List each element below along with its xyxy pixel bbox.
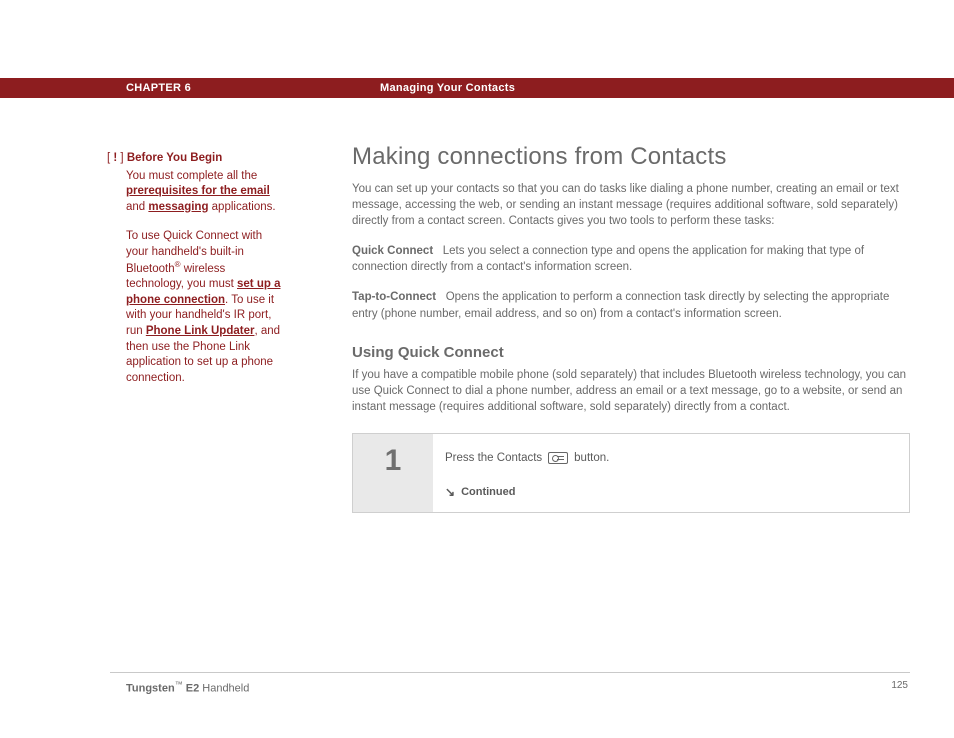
step-content: Press the Contacts button. ↘ Continued — [433, 434, 909, 512]
chapter-label: CHAPTER 6 — [126, 82, 191, 94]
intro-paragraph: You can set up your contacts so that you… — [352, 181, 912, 229]
qc-term: Quick Connect — [352, 245, 433, 257]
step-text-a: Press the Contacts — [445, 452, 542, 464]
tap-to-connect-definition: Tap-to-Connect Opens the application to … — [352, 289, 912, 321]
arrow-down-right-icon: ↘ — [445, 486, 455, 498]
byb-p1b: and — [126, 201, 148, 213]
footer-product-name: Tungsten™ E2 Handheld — [126, 680, 249, 695]
footer-model: E2 — [183, 683, 200, 695]
trademark-icon: ™ — [175, 680, 183, 689]
byb-body: You must complete all the prerequisites … — [126, 169, 282, 387]
footer-tail: Handheld — [199, 683, 249, 695]
continued-row: ↘ Continued — [445, 486, 897, 498]
footer-brand: Tungsten — [126, 683, 175, 695]
continued-label: Continued — [461, 486, 515, 498]
subheading-using-quick-connect: Using Quick Connect — [352, 344, 912, 361]
page-number: 125 — [891, 680, 908, 691]
link-messaging[interactable]: messaging — [148, 201, 208, 213]
byb-p2: To use Quick Connect with your handheld'… — [126, 229, 282, 386]
page-title: Making connections from Contacts — [352, 143, 912, 171]
link-phone-link-updater[interactable]: Phone Link Updater — [146, 325, 255, 337]
quick-connect-definition: Quick Connect Lets you select a connecti… — [352, 243, 912, 275]
step-number: 1 — [353, 434, 433, 512]
ttc-term: Tap-to-Connect — [352, 291, 436, 303]
link-prereq-email[interactable]: prerequisites for the email — [126, 185, 270, 197]
byb-title: Before You Begin — [127, 152, 222, 164]
byb-heading: [ ! ] Before You Begin — [107, 151, 282, 167]
chapter-header-bar: CHAPTER 6 Managing Your Contacts — [0, 78, 954, 98]
bracket-close: ] — [117, 152, 123, 164]
main-content: Making connections from Contacts You can… — [352, 143, 912, 513]
step-text-b: button. — [574, 452, 609, 464]
using-qc-paragraph: If you have a compatible mobile phone (s… — [352, 367, 912, 415]
qc-gap — [433, 245, 443, 257]
contacts-button-icon — [548, 452, 568, 464]
section-label: Managing Your Contacts — [380, 82, 515, 94]
ttc-gap — [436, 291, 446, 303]
byb-p1a: You must complete all the — [126, 170, 257, 182]
byb-p1c: applications. — [208, 201, 275, 213]
step-box: 1 Press the Contacts button. ↘ Continued — [352, 433, 910, 513]
before-you-begin-sidebar: [ ! ] Before You Begin You must complete… — [107, 151, 282, 386]
footer-divider — [110, 672, 910, 673]
